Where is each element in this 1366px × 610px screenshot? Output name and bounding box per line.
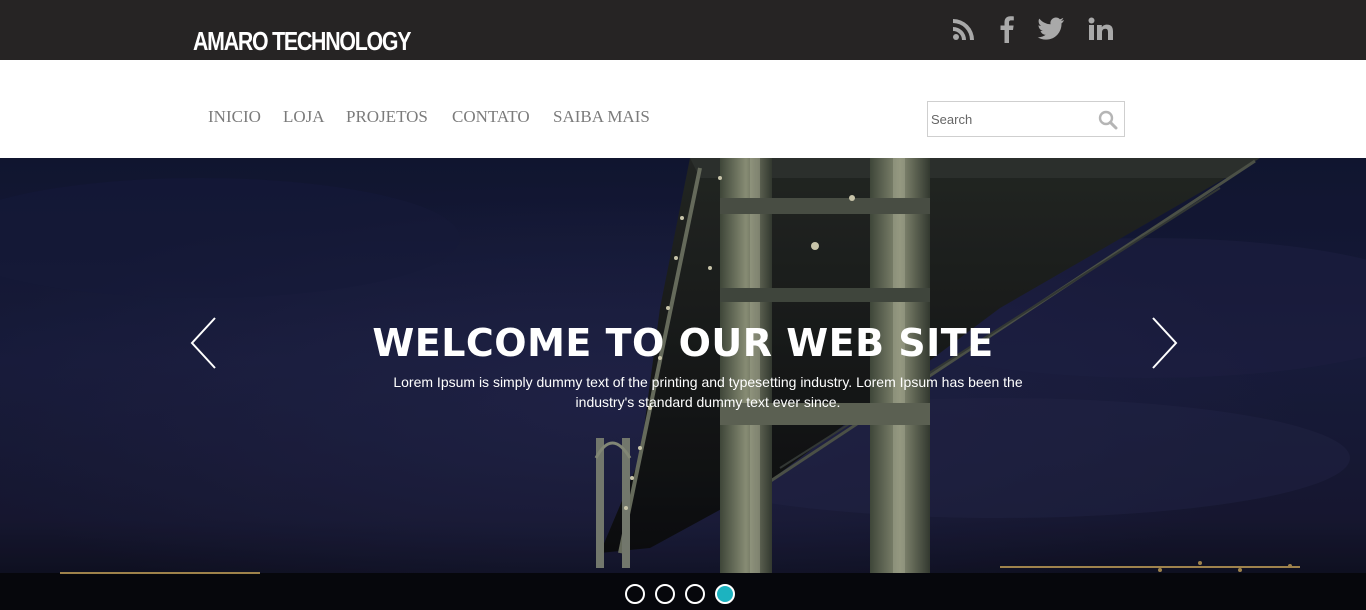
- slider-dot-4-active[interactable]: [715, 584, 735, 604]
- linkedin-icon[interactable]: [1086, 14, 1116, 44]
- nav-item-inicio[interactable]: INICIO: [208, 107, 261, 127]
- hero-description: Lorem Ipsum is simply dummy text of the …: [393, 374, 1023, 410]
- slider-dot-2[interactable]: [655, 584, 675, 604]
- site-logo[interactable]: AMARO TECHNOLOGY: [193, 26, 411, 56]
- rss-icon[interactable]: [949, 14, 979, 44]
- hero-slider: WELCOME TO OUR WEB SITE Lorem Ipsum is s…: [0, 158, 1366, 610]
- search-box: [927, 101, 1125, 137]
- slider-dot-3[interactable]: [685, 584, 705, 604]
- main-nav: INICIO LOJA PROJETOS CONTATO SAIBA MAIS: [0, 60, 1366, 158]
- search-input[interactable]: [931, 106, 1091, 132]
- twitter-icon[interactable]: [1036, 14, 1066, 44]
- facebook-icon[interactable]: [992, 14, 1022, 44]
- nav-item-contato[interactable]: CONTATO: [452, 107, 530, 127]
- nav-item-saiba-mais[interactable]: SAIBA MAIS: [553, 107, 650, 127]
- slider-dot-1[interactable]: [625, 584, 645, 604]
- hero-title: WELCOME TO OUR WEB SITE: [372, 321, 994, 365]
- nav-item-projetos[interactable]: PROJETOS: [346, 107, 428, 127]
- top-bar: AMARO TECHNOLOGY: [0, 0, 1366, 60]
- search-icon[interactable]: [1098, 110, 1118, 130]
- nav-item-loja[interactable]: LOJA: [283, 107, 325, 127]
